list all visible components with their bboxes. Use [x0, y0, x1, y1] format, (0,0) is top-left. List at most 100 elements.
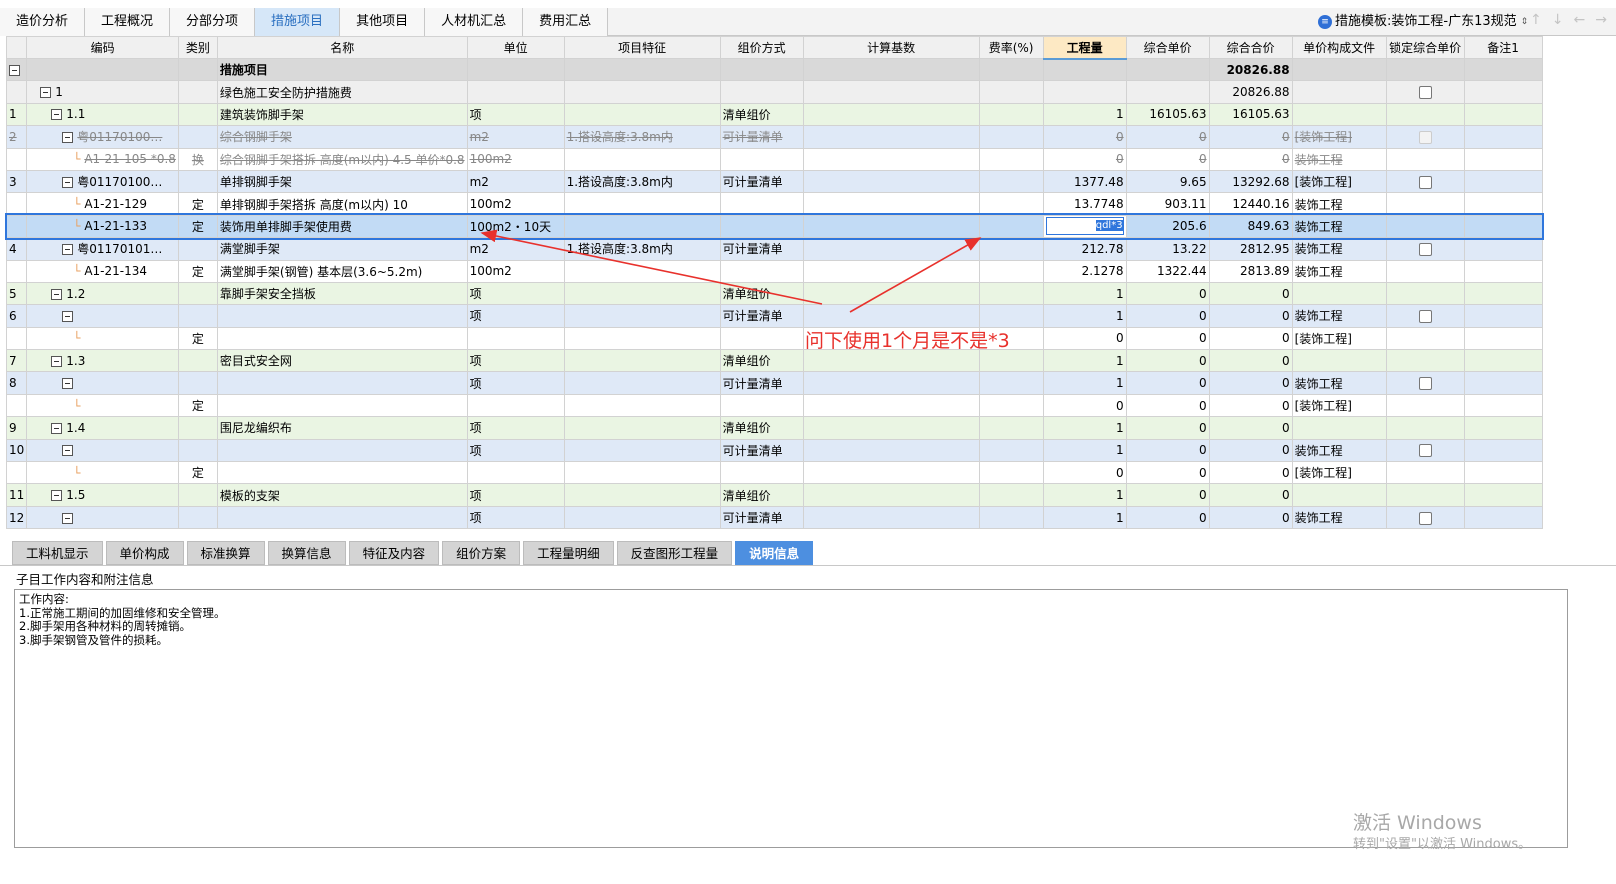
cell-method[interactable]: [719, 393, 804, 418]
cell-type[interactable]: 定: [177, 192, 218, 216]
cell-price[interactable]: 13.22: [1125, 237, 1210, 261]
cell-no[interactable]: 3: [5, 169, 28, 194]
arrow-up-icon[interactable]: ↑: [1530, 12, 1542, 28]
bottom-tab-3[interactable]: 换算信息: [267, 541, 346, 565]
cell-file[interactable]: 装饰工程: [1291, 304, 1387, 328]
cell-total[interactable]: 0: [1208, 349, 1293, 373]
cell-unit[interactable]: m2: [466, 169, 565, 194]
cell-unit[interactable]: 项: [466, 102, 565, 127]
cell-rate[interactable]: [978, 214, 1044, 239]
cell-no[interactable]: [5, 461, 28, 485]
expand-collapse-icon[interactable]: [62, 445, 74, 457]
cell-lock[interactable]: [1385, 281, 1465, 306]
cell-price[interactable]: [1125, 57, 1210, 82]
cell-method[interactable]: 清单组价: [719, 102, 804, 127]
cell-price[interactable]: 0: [1125, 461, 1210, 485]
cell-name[interactable]: 满堂脚手架(钢管) 基本层(3.6~5.2m): [216, 259, 468, 283]
cell-base[interactable]: [802, 461, 980, 485]
cell-total[interactable]: 16105.63: [1208, 102, 1293, 127]
cell-file[interactable]: 装饰工程: [1291, 237, 1387, 261]
cell-rate[interactable]: [978, 102, 1044, 127]
cell-no[interactable]: [5, 192, 28, 216]
cell-qty[interactable]: 1: [1042, 438, 1127, 463]
expand-collapse-icon[interactable]: [51, 109, 63, 121]
cell-type[interactable]: [177, 349, 218, 373]
cell-no[interactable]: [5, 214, 28, 239]
cell-qty[interactable]: 212.78: [1042, 237, 1127, 261]
cell-rate[interactable]: [978, 371, 1044, 395]
cell-base[interactable]: [802, 438, 980, 463]
bottom-tab-6[interactable]: 工程量明细: [523, 541, 614, 565]
cell-rate[interactable]: [978, 438, 1044, 463]
cell-note[interactable]: [1463, 483, 1543, 507]
table-row[interactable]: 2 粤01170100… 综合钢脚手架 m2 1.搭设高度:3.8m内 可计量清单 0 0 0 […: [5, 125, 1543, 149]
column-header[interactable]: 名称: [216, 36, 468, 59]
cell-total[interactable]: 0: [1208, 416, 1293, 440]
cell-unit[interactable]: 100m2: [466, 147, 565, 171]
column-header[interactable]: 编码: [26, 36, 179, 59]
column-header[interactable]: 单位: [466, 36, 565, 59]
cell-price[interactable]: 0: [1125, 281, 1210, 306]
cell-code[interactable]: └: [26, 393, 179, 418]
cell-file[interactable]: [1291, 102, 1387, 127]
cell-unit[interactable]: 项: [466, 349, 565, 373]
table-row[interactable]: └ 定 0 0 0 [装饰工程]: [5, 461, 1543, 485]
expand-collapse-icon[interactable]: [62, 512, 74, 524]
cell-type[interactable]: [177, 80, 218, 104]
cell-lock[interactable]: [1385, 192, 1465, 216]
cell-unit[interactable]: 100m2: [466, 259, 565, 283]
cell-code[interactable]: └: [26, 461, 179, 485]
cell-name[interactable]: [216, 505, 468, 530]
cell-method[interactable]: 可计量清单: [719, 505, 804, 530]
cell-name[interactable]: 密目式安全网: [216, 349, 468, 373]
expand-collapse-icon[interactable]: [51, 490, 63, 502]
cell-note[interactable]: [1463, 349, 1543, 373]
cell-code[interactable]: 粤01170100…: [26, 125, 179, 149]
cell-total[interactable]: 0: [1208, 326, 1293, 351]
cell-qty[interactable]: [1042, 57, 1127, 82]
cell-code[interactable]: [26, 304, 179, 328]
expand-collapse-icon[interactable]: [9, 64, 20, 76]
table-row[interactable]: └ A1-21-105 *0.8 换综合钢脚手架搭拆 高度(m以内) 4.5 单价…: [5, 147, 1543, 171]
cell-lock[interactable]: [1385, 237, 1465, 261]
cell-lock[interactable]: [1385, 169, 1465, 194]
cell-type[interactable]: [177, 237, 218, 261]
cell-base[interactable]: [802, 147, 980, 171]
cell-lock[interactable]: [1385, 102, 1465, 127]
cell-qty[interactable]: 0: [1042, 461, 1127, 485]
cell-code[interactable]: └: [26, 326, 179, 351]
cell-total[interactable]: 0: [1208, 371, 1293, 395]
cell-name[interactable]: 满堂脚手架: [216, 237, 468, 261]
cell-total[interactable]: 0: [1208, 281, 1293, 306]
cell-code[interactable]: 1.4: [26, 416, 179, 440]
cell-qty[interactable]: 1: [1042, 505, 1127, 530]
cell-method[interactable]: [719, 147, 804, 171]
column-header[interactable]: 类别: [177, 36, 218, 59]
cell-method[interactable]: [719, 57, 804, 82]
bottom-tab-1[interactable]: 单价构成: [105, 541, 184, 565]
cell-note[interactable]: [1463, 259, 1543, 283]
cell-lock[interactable]: [1385, 80, 1465, 104]
cell-lock[interactable]: [1385, 125, 1465, 149]
cell-type[interactable]: 换: [177, 147, 218, 171]
cell-file[interactable]: 装饰工程: [1291, 438, 1387, 463]
cell-rate[interactable]: [978, 192, 1044, 216]
cell-rate[interactable]: [978, 259, 1044, 283]
cell-file[interactable]: [装饰工程]: [1291, 169, 1387, 194]
expand-collapse-icon[interactable]: [62, 132, 74, 144]
cell-file[interactable]: 装饰工程: [1291, 371, 1387, 395]
cell-code[interactable]: 粤01170100…: [26, 169, 179, 194]
cell-total[interactable]: 0: [1208, 483, 1293, 507]
cell-name[interactable]: 综合钢脚手架搭拆 高度(m以内) 4.5 单价*0.8: [216, 147, 468, 171]
cell-price[interactable]: 1322.44: [1125, 259, 1210, 283]
lock-checkbox[interactable]: [1418, 511, 1432, 525]
cell-method[interactable]: 清单组价: [719, 483, 804, 507]
column-header[interactable]: 综合单价: [1125, 36, 1210, 59]
cell-qty[interactable]: 0: [1042, 393, 1127, 418]
cell-note[interactable]: [1463, 393, 1543, 418]
cell-code[interactable]: └ A1-21-129: [26, 192, 179, 216]
cell-type[interactable]: [177, 304, 218, 328]
cell-note[interactable]: [1463, 461, 1543, 485]
cell-note[interactable]: [1463, 169, 1543, 194]
cell-type[interactable]: 定: [177, 393, 218, 418]
